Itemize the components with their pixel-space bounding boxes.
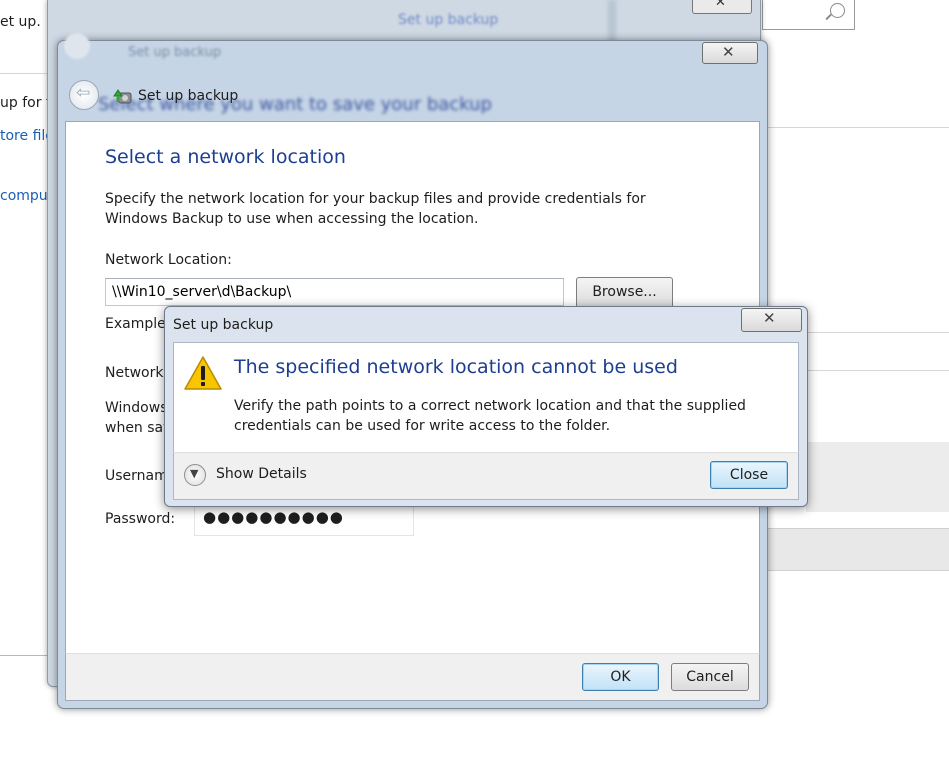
close-icon: ✕ [722, 43, 735, 61]
close-button[interactable]: ✕ [702, 42, 758, 64]
show-details-label[interactable]: Show Details [216, 466, 307, 482]
title-bar: Set up backup Select where you want to s… [58, 33, 767, 121]
window-title: Set up backup [398, 12, 499, 28]
close-icon[interactable] [692, 0, 752, 14]
credentials-description-line: when sav [105, 420, 172, 436]
restore-files-link[interactable]: tore file [0, 128, 54, 144]
error-heading: The specified network location cannot be… [234, 356, 678, 378]
instructions-text: Specify the network location for your ba… [105, 191, 646, 227]
close-icon: ✕ [763, 309, 776, 327]
close-button[interactable]: Close [710, 461, 788, 489]
divider [766, 127, 949, 128]
credentials-description: Windows when sav [105, 398, 171, 438]
back-button[interactable]: ⇦ [69, 80, 99, 110]
computer-link[interactable]: compu [0, 188, 48, 204]
warning-icon [184, 356, 222, 390]
search-box[interactable] [762, 0, 855, 30]
password-field[interactable]: ●●●●●●●●●● [194, 503, 414, 536]
bg-text-fragment: et up. [0, 14, 41, 30]
ghost-title: Set up backup [128, 45, 222, 60]
network-location-input[interactable] [105, 278, 564, 306]
divider [0, 73, 50, 74]
error-close-button[interactable]: ✕ [741, 308, 802, 332]
search-icon[interactable] [830, 3, 845, 18]
credentials-description-line: Windows [105, 400, 168, 416]
error-dialog-title: Set up backup [173, 317, 274, 333]
dialog-title: Set up backup [138, 88, 239, 104]
divider [0, 655, 50, 656]
network-credentials-label: Network [105, 365, 164, 381]
password-label: Password: [105, 511, 176, 527]
bg-panel-band [766, 528, 949, 571]
browse-button[interactable]: Browse... [576, 277, 673, 308]
cancel-button[interactable]: Cancel [671, 663, 749, 691]
network-location-label: Network Location: [105, 252, 232, 268]
dialog-footer: OK Cancel [65, 653, 760, 701]
error-footer: ▼ Show Details Close [173, 452, 799, 500]
page-title: Select a network location [105, 146, 346, 168]
ok-button[interactable]: OK [582, 663, 659, 691]
divider [800, 332, 949, 333]
back-arrow-icon [64, 33, 90, 59]
error-message: Verify the path points to a correct netw… [234, 398, 746, 434]
show-details-toggle[interactable]: ▼ [184, 464, 206, 486]
chevron-down-icon: ▼ [190, 467, 199, 480]
divider [800, 370, 949, 371]
error-body: The specified network location cannot be… [173, 342, 799, 453]
error-dialog: Set up backup ✕ The specified network lo… [164, 306, 808, 507]
bg-panel-band [806, 442, 949, 512]
backup-app-icon [113, 89, 132, 104]
back-arrow-icon: ⇦ [76, 83, 91, 103]
example-label: Example: [105, 316, 171, 332]
